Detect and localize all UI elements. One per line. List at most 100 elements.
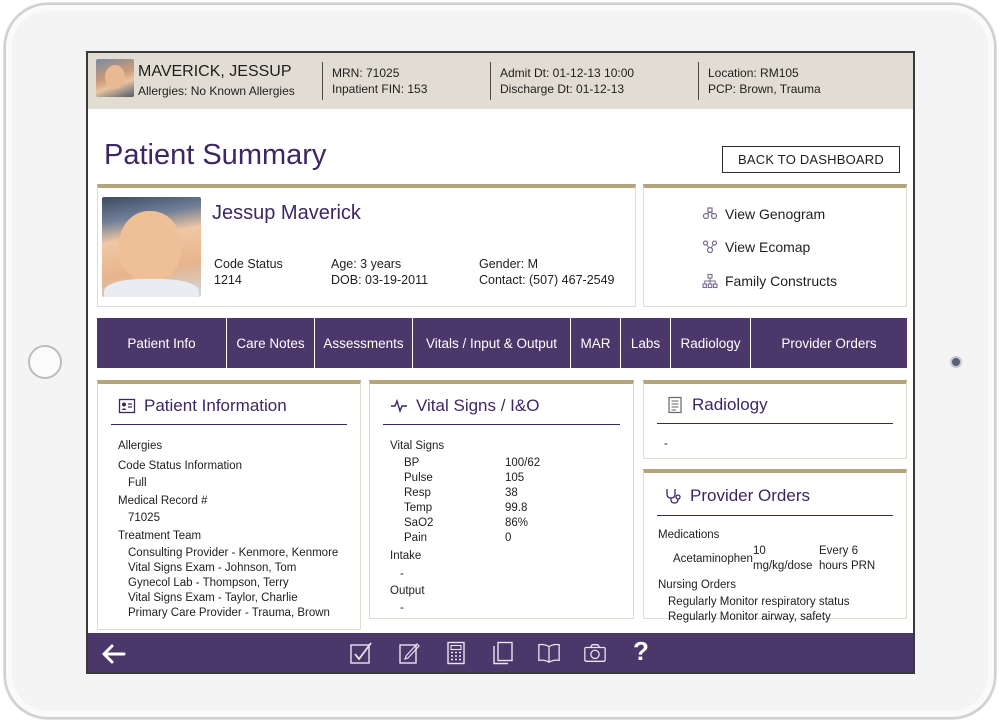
- banner-patient-name: MAVERICK, JESSUP: [138, 63, 292, 80]
- vital-value: 0: [505, 532, 512, 544]
- back-to-dashboard-button[interactable]: BACK TO DASHBOARD: [722, 146, 900, 173]
- banner-divider: [490, 62, 491, 100]
- banner-allergies: Allergies: No Known Allergies: [138, 84, 295, 98]
- genogram-icon: [702, 207, 718, 220]
- section-divider: [657, 423, 893, 424]
- vital-name: Temp: [404, 502, 433, 514]
- allergies-label: Allergies: [118, 440, 163, 452]
- vital-name: Pulse: [404, 472, 433, 484]
- family-constructs-link[interactable]: Family Constructs: [702, 273, 837, 289]
- radiology-header: Radiology: [666, 395, 768, 415]
- section-divider: [657, 515, 893, 516]
- patient-information-card: Patient Information Allergies Code Statu…: [97, 380, 361, 630]
- intake-label: Intake: [390, 550, 422, 562]
- banner-discharge-date: Discharge Dt: 01-12-13: [500, 82, 625, 96]
- help-icon[interactable]: ?: [633, 636, 649, 667]
- family-constructs-label: Family Constructs: [725, 273, 838, 289]
- patient-card-name: Jessup Maverick: [212, 202, 361, 224]
- patient-avatar-small: [96, 59, 134, 97]
- medical-record-value: 71025: [128, 512, 160, 524]
- banner-location: Location: RM105: [708, 66, 799, 80]
- calculator-icon[interactable]: [444, 641, 468, 665]
- provider-orders-title: Provider Orders: [690, 486, 810, 505]
- medication-dose-unit: mg/kg/dose: [753, 560, 813, 572]
- documents-icon[interactable]: [491, 641, 515, 665]
- view-genogram-link[interactable]: View Genogram: [702, 206, 825, 222]
- vital-value: 100/62: [505, 457, 541, 469]
- vital-name: SaO2: [404, 517, 434, 529]
- heartbeat-icon: [391, 398, 407, 414]
- family-tree-icon: [702, 273, 718, 289]
- banner-dates-block: Admit Dt: 01-12-13 10:00 Discharge Dt: 0…: [500, 65, 634, 97]
- checklist-icon[interactable]: [349, 641, 373, 665]
- patient-gender: Gender: M: [479, 257, 539, 271]
- output-label: Output: [390, 585, 425, 597]
- banner-mrn: MRN: 71025: [332, 66, 400, 80]
- tab-provider-orders[interactable]: Provider Orders: [751, 318, 907, 368]
- banner-fin: Inpatient FIN: 153: [332, 82, 428, 96]
- vital-name: BP: [404, 457, 420, 469]
- vital-value: 105: [505, 472, 525, 484]
- banner-divider: [322, 62, 323, 100]
- team-member: Vital Signs Exam - Johnson, Tom: [128, 562, 297, 574]
- view-ecomap-label: View Ecomap: [725, 239, 811, 255]
- medication-frequency: Every 6: [819, 545, 858, 557]
- medication-name: Acetaminophen: [673, 553, 753, 565]
- tab-radiology[interactable]: Radiology: [671, 318, 751, 368]
- radiology-card: Radiology -: [643, 380, 907, 459]
- vital-value: 99.8: [505, 502, 528, 514]
- vital-name: Resp: [404, 487, 431, 499]
- code-status-info-label: Code Status Information: [118, 460, 243, 472]
- team-member: Primary Care Provider - Trauma, Brown: [128, 607, 330, 619]
- section-divider: [383, 424, 620, 425]
- nursing-order: Regularly Monitor respiratory status: [668, 596, 850, 608]
- page-title: Patient Summary: [104, 139, 327, 171]
- tab-vitals-io[interactable]: Vitals / Input & Output: [413, 318, 571, 368]
- patient-banner: MAVERICK, JESSUP Allergies: No Known All…: [88, 53, 913, 109]
- banner-pcp: PCP: Brown, Trauma: [708, 82, 821, 96]
- vital-value: 38: [505, 487, 518, 499]
- output-value: -: [400, 602, 404, 614]
- view-genogram-label: View Genogram: [725, 206, 826, 222]
- banner-admit-date: Admit Dt: 01-12-13 10:00: [500, 66, 635, 80]
- patient-age: Age: 3 years: [331, 257, 402, 271]
- banner-divider: [698, 62, 699, 100]
- banner-mrn-block: MRN: 71025 Inpatient FIN: 153: [332, 65, 427, 97]
- book-icon[interactable]: [537, 641, 561, 665]
- medical-record-label: Medical Record #: [118, 495, 208, 507]
- tab-care-notes[interactable]: Care Notes: [227, 318, 315, 368]
- patient-information-title: Patient Information: [144, 396, 287, 415]
- home-button[interactable]: [28, 345, 62, 379]
- code-status-info-value: Full: [128, 477, 147, 489]
- ecomap-icon: [702, 240, 718, 254]
- patient-contact: Contact: (507) 467-2549: [479, 273, 615, 287]
- code-status-value: 1214: [214, 273, 242, 287]
- notepad-icon[interactable]: [397, 641, 421, 665]
- age-dob-block: Age: 3 years DOB: 03-19-2011: [331, 256, 428, 288]
- back-arrow-icon[interactable]: [100, 642, 126, 666]
- tab-labs[interactable]: Labs: [621, 318, 671, 368]
- family-links-card: View Genogram View Ecomap Family Constru…: [643, 184, 907, 307]
- app-screen: MAVERICK, JESSUP Allergies: No Known All…: [86, 51, 915, 674]
- vital-signs-title: Vital Signs / I&O: [416, 396, 540, 415]
- id-card-icon: [118, 398, 136, 414]
- patient-card: Jessup Maverick Code Status 1214 Age: 3 …: [97, 184, 636, 307]
- radiology-value: -: [664, 438, 668, 450]
- tab-mar[interactable]: MAR: [571, 318, 621, 368]
- code-status-label: Code Status: [214, 257, 283, 271]
- tab-patient-info[interactable]: Patient Info: [97, 318, 227, 368]
- medications-label: Medications: [658, 529, 720, 541]
- provider-orders-card: Provider Orders Medications Acetaminophe…: [643, 469, 907, 623]
- document-icon: [668, 396, 682, 414]
- tab-assessments[interactable]: Assessments: [315, 318, 413, 368]
- front-camera-dot: [950, 356, 962, 368]
- camera-icon[interactable]: [583, 641, 607, 665]
- section-tab-bar: Patient Info Care Notes Assessments Vita…: [97, 318, 907, 368]
- vital-signs-header: Vital Signs / I&O: [390, 396, 539, 416]
- medication-dose: 10: [753, 545, 766, 557]
- view-ecomap-link[interactable]: View Ecomap: [702, 239, 810, 255]
- intake-value: -: [400, 568, 404, 580]
- team-member: Vital Signs Exam - Taylor, Charlie: [128, 592, 298, 604]
- code-status-block: Code Status 1214: [214, 256, 283, 288]
- radiology-title: Radiology: [692, 395, 768, 414]
